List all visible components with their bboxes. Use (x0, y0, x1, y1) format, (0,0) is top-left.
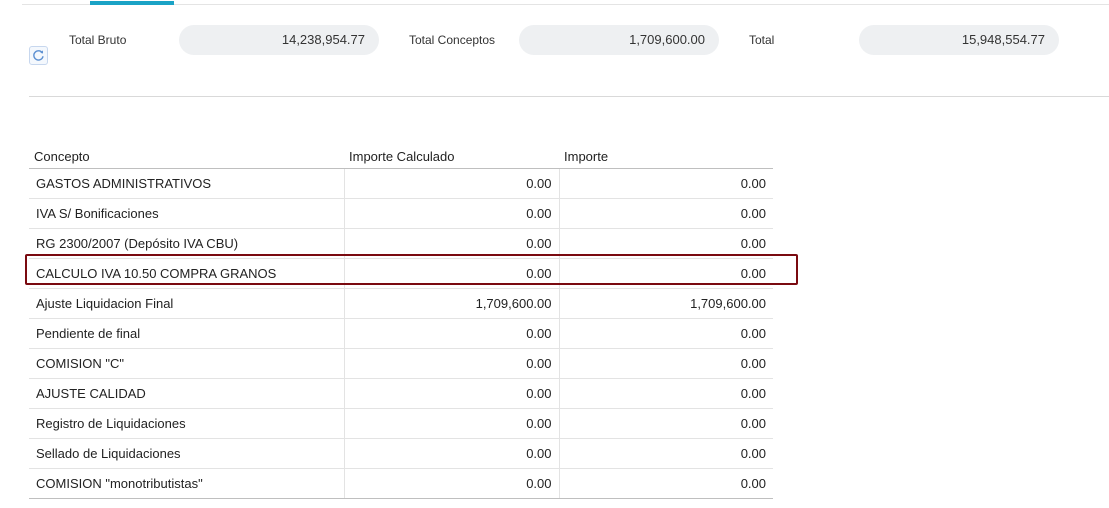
table-row[interactable]: Ajuste Liquidacion Final 1,709,600.00 1,… (29, 288, 773, 319)
cell-concepto: Sellado de Liquidaciones (29, 438, 344, 469)
cell-importe-calculado: 0.00 (343, 348, 559, 379)
cell-importe-calculado: 0.00 (343, 468, 559, 499)
cell-importe[interactable]: 0.00 (558, 198, 773, 229)
cell-importe-calculado: 1,709,600.00 (343, 288, 559, 319)
cell-importe[interactable]: 0.00 (558, 228, 773, 259)
cell-concepto: Registro de Liquidaciones (29, 408, 344, 439)
cell-concepto: IVA S/ Bonificaciones (29, 198, 344, 229)
refresh-icon (33, 50, 44, 61)
cell-importe[interactable]: 1,709,600.00 (558, 288, 773, 319)
cell-importe-calculado: 0.00 (343, 408, 559, 439)
table-row[interactable]: RG 2300/2007 (Depósito IVA CBU) 0.00 0.0… (29, 228, 773, 259)
cell-importe-calculado: 0.00 (343, 198, 559, 229)
table-row[interactable]: COMISION "monotributistas" 0.00 0.00 (29, 468, 773, 499)
section-divider (29, 96, 1109, 97)
table-row[interactable]: AJUSTE CALIDAD 0.00 0.00 (29, 378, 773, 409)
column-header-importe[interactable]: Importe (559, 140, 773, 169)
cell-importe[interactable]: 0.00 (558, 318, 773, 349)
cell-concepto: Ajuste Liquidacion Final (29, 288, 344, 319)
tab-strip-line (22, 4, 1109, 5)
cell-importe-calculado: 0.00 (343, 168, 559, 199)
column-header-importe-calculado[interactable]: Importe Calculado (344, 140, 559, 169)
cell-importe-calculado: 0.00 (343, 378, 559, 409)
cell-importe[interactable]: 0.00 (558, 438, 773, 469)
active-tab-indicator[interactable] (90, 1, 174, 5)
table-row[interactable]: Sellado de Liquidaciones 0.00 0.00 (29, 438, 773, 469)
cell-importe[interactable]: 0.00 (558, 348, 773, 379)
total-bruto-label: Total Bruto (69, 33, 127, 47)
conceptos-table: Concepto Importe Calculado Importe GASTO… (29, 140, 773, 499)
table-row[interactable]: Registro de Liquidaciones 0.00 0.00 (29, 408, 773, 439)
cell-concepto: RG 2300/2007 (Depósito IVA CBU) (29, 228, 344, 259)
cell-importe-calculado: 0.00 (343, 318, 559, 349)
column-header-concepto[interactable]: Concepto (29, 140, 344, 169)
cell-importe[interactable]: 0.00 (558, 258, 773, 289)
table-header-row: Concepto Importe Calculado Importe (29, 140, 773, 169)
cell-concepto: AJUSTE CALIDAD (29, 378, 344, 409)
table-row[interactable]: IVA S/ Bonificaciones 0.00 0.00 (29, 198, 773, 229)
total-conceptos-field[interactable]: 1,709,600.00 (519, 25, 719, 55)
cell-concepto: COMISION "C" (29, 348, 344, 379)
total-conceptos-label: Total Conceptos (409, 33, 496, 47)
cell-importe-calculado: 0.00 (343, 228, 559, 259)
total-field[interactable]: 15,948,554.77 (859, 25, 1059, 55)
cell-concepto: CALCULO IVA 10.50 COMPRA GRANOS (29, 258, 344, 289)
table-row[interactable]: GASTOS ADMINISTRATIVOS 0.00 0.00 (29, 168, 773, 199)
cell-importe[interactable]: 0.00 (558, 468, 773, 499)
total-label: Total (749, 33, 775, 47)
cell-concepto: GASTOS ADMINISTRATIVOS (29, 168, 344, 199)
refresh-button[interactable] (29, 46, 48, 65)
table-row[interactable]: COMISION "C" 0.00 0.00 (29, 348, 773, 379)
cell-importe[interactable]: 0.00 (558, 378, 773, 409)
total-bruto-field[interactable]: 14,238,954.77 (179, 25, 379, 55)
table-row-selected[interactable]: CALCULO IVA 10.50 COMPRA GRANOS 0.00 0.0… (29, 258, 773, 289)
cell-concepto: Pendiente de final (29, 318, 344, 349)
liquidacion-conceptos-panel: Total Bruto 14,238,954.77 Total Concepto… (0, 0, 1109, 508)
cell-importe[interactable]: 0.00 (558, 408, 773, 439)
cell-importe-calculado: 0.00 (343, 258, 559, 289)
table-row[interactable]: Pendiente de final 0.00 0.00 (29, 318, 773, 349)
cell-importe[interactable]: 0.00 (558, 168, 773, 199)
cell-concepto: COMISION "monotributistas" (29, 468, 344, 499)
cell-importe-calculado: 0.00 (343, 438, 559, 469)
